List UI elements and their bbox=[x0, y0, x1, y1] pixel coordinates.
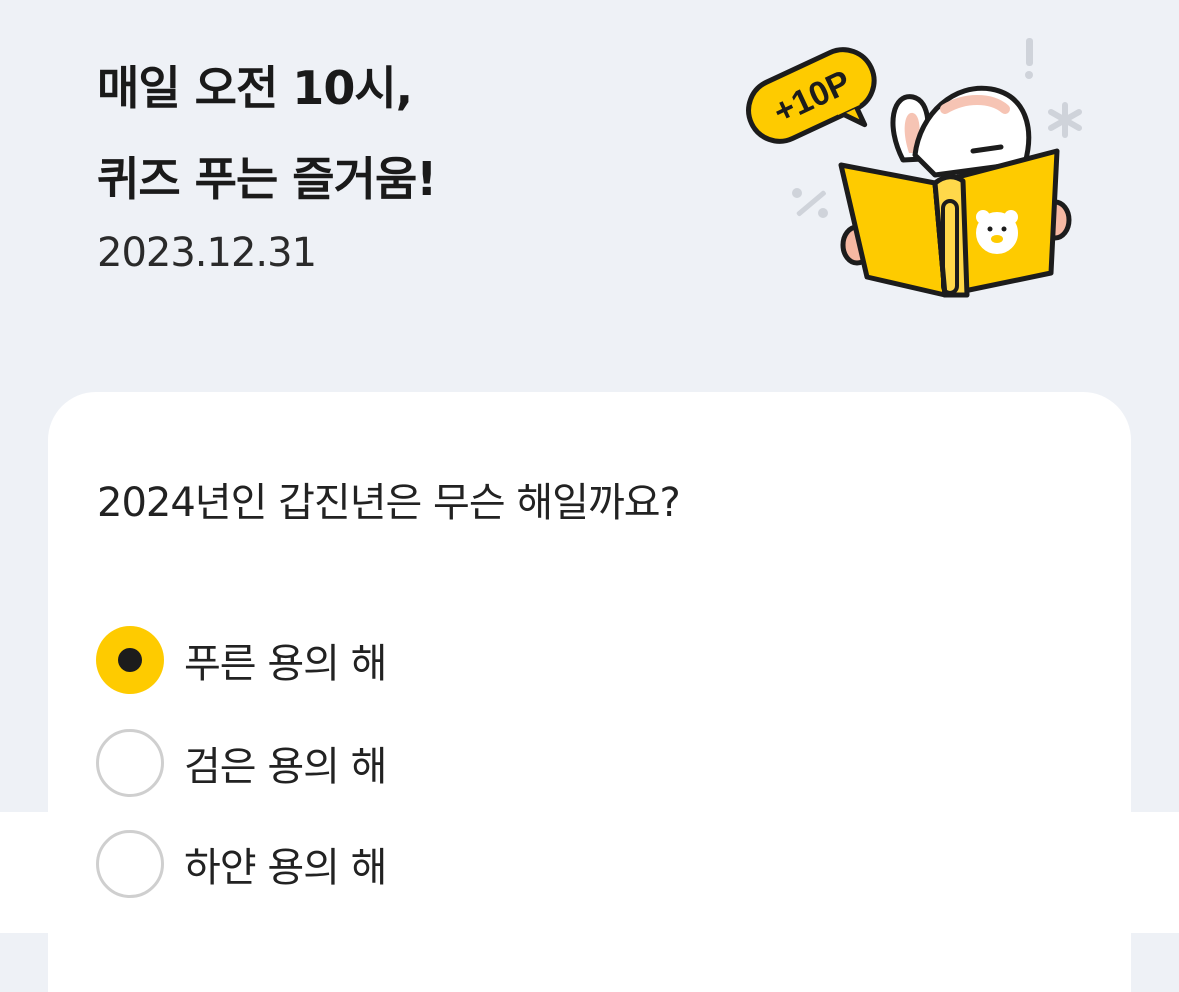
quiz-question: 2024년인 갑진년은 무슨 해일까요? bbox=[97, 480, 681, 526]
answer-option-label: 하얀 용의 해 bbox=[184, 845, 387, 891]
radio-selected-icon[interactable] bbox=[96, 626, 164, 694]
radio-unselected-icon[interactable] bbox=[96, 830, 164, 898]
answer-option-3[interactable]: 하얀 용의 해 bbox=[96, 828, 387, 900]
quiz-date: 2023.12.31 bbox=[97, 230, 317, 276]
rabbit-reading-book-icon: +10P bbox=[746, 38, 1082, 298]
page-title-line-1: 매일 오전 10시, bbox=[97, 61, 413, 115]
answer-option-label: 검은 용의 해 bbox=[184, 744, 387, 790]
speech-bubble-icon: +10P bbox=[746, 47, 877, 144]
answer-option-1[interactable]: 푸른 용의 해 bbox=[96, 624, 387, 696]
answer-option-2[interactable]: 검은 용의 해 bbox=[96, 727, 387, 799]
answer-option-label: 푸른 용의 해 bbox=[184, 641, 387, 687]
page-title-line-2: 퀴즈 푸는 즐거움! bbox=[97, 152, 437, 206]
quiz-header: 매일 오전 10시, 퀴즈 푸는 즐거움! 2023.12.31 +10P bbox=[0, 0, 1179, 392]
radio-unselected-icon[interactable] bbox=[96, 729, 164, 797]
